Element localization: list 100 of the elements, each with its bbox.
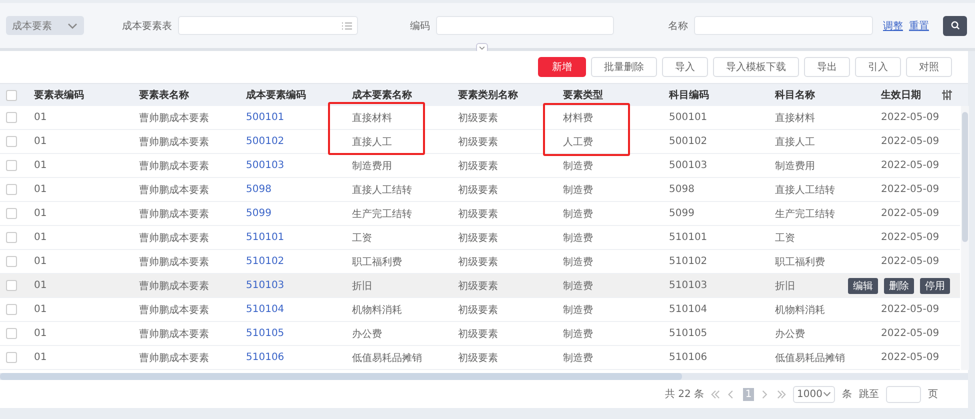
vertical-scrollbar[interactable] [961,106,969,370]
table-cell-text: 曹帅鹏成本要素 [139,160,209,172]
table-cell: 01 [34,256,47,267]
checkbox[interactable] [6,232,17,243]
table-cell-text: 制造费 [563,280,593,292]
previous-page-icon[interactable] [727,390,736,398]
page-size-unit: 条 [842,388,852,401]
search-button[interactable] [943,16,967,36]
checkbox[interactable] [6,352,17,363]
table-cell: 2022-05-09 [881,112,940,123]
page-unit: 页 [928,388,938,401]
column-header: 成本要素名称 [351,88,413,102]
column-header: 要素表名称 [138,88,190,102]
table-cell: 2022-05-09 [881,352,940,363]
toolbar-button[interactable]: 引入 [855,57,901,77]
checkbox[interactable] [6,90,17,100]
code-link[interactable]: 510101 [246,232,284,243]
table-cell: 510103 [669,280,708,291]
chevron-down-icon [823,391,831,397]
checkbox[interactable] [6,280,17,291]
table-cell: 2022-05-09 [881,160,940,171]
table-cell-text: 初级要素 [458,112,498,124]
toolbar-button[interactable]: 新增 [538,57,586,77]
table-cell-text: 初级要素 [458,352,498,364]
table-cell-text: 职工福利费 [352,256,402,268]
checkbox[interactable] [6,256,17,267]
code-link[interactable]: 500102 [246,136,284,147]
table-cell: 2022-05-09 [881,136,940,147]
code-link[interactable]: 510105 [246,328,284,339]
checkbox[interactable] [6,184,17,195]
toolbar-button[interactable]: 导出 [804,57,850,77]
table-cell-text: 初级要素 [458,160,498,172]
row-action-button[interactable]: 编辑 [848,278,878,294]
input-field[interactable] [694,16,873,35]
field-label: 成本要素表 [122,20,172,32]
row-action-button[interactable]: 停用 [920,278,950,294]
table-cell-text: 初级要素 [458,328,498,340]
table-cell: 01 [34,232,47,243]
first-page-icon[interactable] [711,390,720,398]
code-link[interactable]: 5099 [246,208,272,219]
table-cell-text: 初级要素 [458,232,498,244]
column-settings-icon[interactable] [942,90,952,100]
page-size-select[interactable]: 1000 [793,386,835,402]
code-link[interactable]: 510102 [246,256,284,267]
table-cell: 5098 [669,184,694,195]
table-cell: 01 [34,184,47,195]
table-cell-text: 初级要素 [458,280,498,292]
table-cell-text: 工资 [352,232,372,244]
table-cell-text: 直接人工结转 [775,184,835,196]
column-header: 成本要素编码 [245,88,307,102]
row-action-button[interactable]: 删除 [884,278,914,294]
table-cell: 510105 [669,328,708,339]
checkbox[interactable] [6,304,17,315]
chevron-down-icon [67,22,78,28]
toolbar-button[interactable]: 对照 [906,57,952,77]
table-cell-text: 初级要素 [458,184,498,196]
toolbar-button[interactable]: 导入模板下载 [713,57,799,77]
code-link[interactable]: 5098 [246,184,272,195]
table-cell-text: 曹帅鹏成本要素 [139,112,209,124]
category-dropdown[interactable]: 成本要素 [6,16,84,35]
table-cell: 510102 [669,256,708,267]
code-link[interactable]: 500101 [246,112,284,123]
table-cell: 2022-05-09 [881,184,940,195]
code-link[interactable]: 510104 [246,304,284,315]
table-cell-text: 制造费 [563,160,593,172]
page-input[interactable] [886,386,921,402]
table-cell: 2022-05-09 [881,232,940,243]
checkbox[interactable] [6,328,17,339]
code-link[interactable]: 500103 [246,160,284,171]
code-link[interactable]: 510103 [246,280,284,291]
checkbox[interactable] [6,208,17,219]
input-field[interactable] [178,16,358,35]
next-page-icon[interactable] [761,390,770,398]
toolbar-button[interactable]: 批量删除 [591,57,657,77]
checkbox[interactable] [6,112,17,123]
column-header: 要素表编码 [33,88,85,102]
table-cell-text: 生产完工结转 [352,208,412,220]
column-header: 科目编码 [668,88,710,102]
table-cell-text: 初级要素 [458,136,498,148]
checkbox[interactable] [6,160,17,171]
code-link[interactable]: 510106 [246,352,284,363]
link[interactable]: 重置 [909,18,929,32]
table-cell: 01 [34,280,47,291]
search-icon [950,21,960,30]
table-cell: 510106 [669,352,708,363]
table-cell-text: 曹帅鹏成本要素 [139,232,209,244]
table-cell-text: 工资 [775,232,795,244]
input-field[interactable] [436,16,614,35]
checkbox[interactable] [6,136,17,147]
toolbar-button[interactable]: 导入 [662,57,708,77]
table-cell: 01 [34,352,47,363]
table-cell: 01 [34,208,47,219]
table-cell-text: 直接材料 [352,112,392,124]
table-cell: 510104 [669,304,708,315]
table-cell-text: 初级要素 [458,208,498,220]
horizontal-scrollbar[interactable] [0,373,968,380]
link[interactable]: 调整 [883,18,903,32]
list-icon [342,22,352,30]
column-header: 要素类型 [562,88,604,102]
last-page-icon[interactable] [777,390,786,398]
